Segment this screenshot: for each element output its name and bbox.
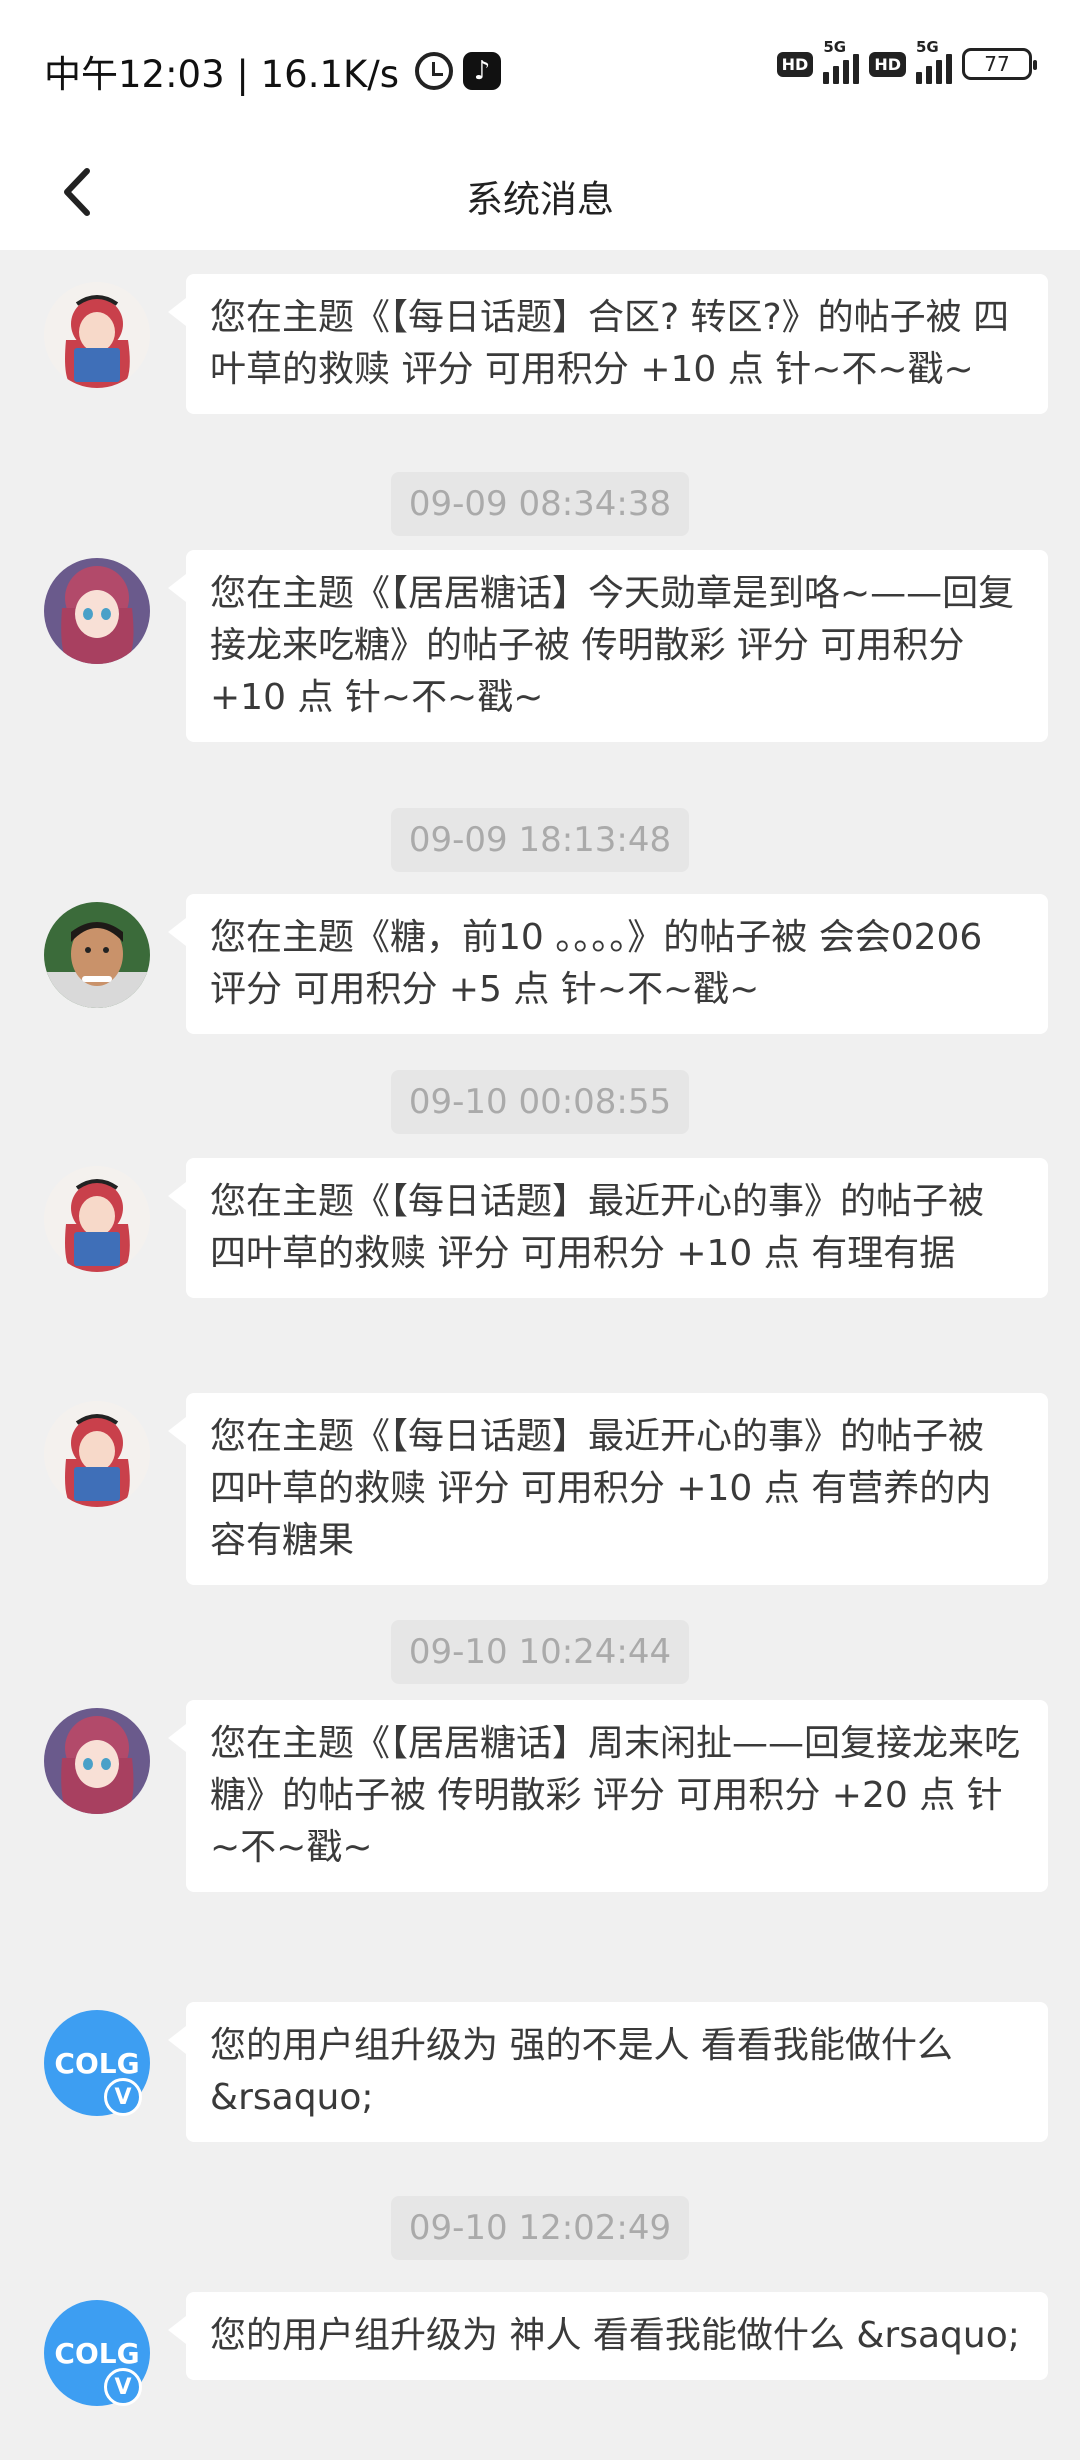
message-text: 您在主题《【每日话题】合区? 转区?》的帖子被 四叶草的救赎 评分 可用积分 +…	[210, 297, 1010, 390]
hd-icon: HD	[869, 51, 906, 77]
avatar[interactable]	[44, 902, 150, 1008]
timestamp: 09-09 08:34:38	[0, 472, 1080, 536]
colg-logo: COLG	[54, 2046, 140, 2080]
timestamp-label: 09-10 12:02:49	[390, 2196, 690, 2260]
message-list[interactable]: 您在主题《【每日话题】合区? 转区?》的帖子被 四叶草的救赎 评分 可用积分 +…	[0, 250, 1080, 2460]
message-bubble[interactable]: 您在主题《【居居糖话】今天勋章是到咯~——回复接龙来吃糖》的帖子被 传明散彩 评…	[168, 550, 1048, 742]
status-bar: 中午12:03 | 16.1K/s ♪ HD 5G HD 5G 77	[0, 0, 1080, 135]
page-title: 系统消息	[466, 178, 614, 221]
timestamp: 09-10 00:08:55	[0, 1070, 1080, 1134]
message-text: 您的用户组升级为 神人 看看我能做什么 &rsaquo;	[210, 2315, 1020, 2356]
avatar[interactable]	[44, 282, 150, 388]
avatar[interactable]	[44, 558, 150, 664]
signal-icon: 5G	[916, 38, 952, 84]
message-text: 您在主题《【居居糖话】周末闲扯——回复接龙来吃糖》的帖子被 传明散彩 评分 可用…	[210, 1723, 1021, 1868]
avatar[interactable]	[44, 1401, 150, 1507]
timestamp: 09-09 18:13:48	[0, 808, 1080, 872]
colg-logo: COLG	[54, 2336, 140, 2370]
avatar[interactable]	[44, 1708, 150, 1814]
timestamp: 09-10 12:02:49	[0, 2196, 1080, 2260]
network-type-label: 5G	[916, 38, 939, 56]
message-bubble[interactable]: 您在主题《【每日话题】合区? 转区?》的帖子被 四叶草的救赎 评分 可用积分 +…	[168, 274, 1048, 414]
message-bubble[interactable]: 您在主题《【每日话题】最近开心的事》的帖子被 四叶草的救赎 评分 可用积分 +1…	[168, 1393, 1048, 1585]
message-bubble[interactable]: 您在主题《糖，前10 。。。。》的帖子被 会会0206 评分 可用积分 +5 点…	[168, 894, 1048, 1034]
hd-icon: HD	[776, 51, 814, 77]
status-right: HD 5G HD 5G 77	[776, 38, 1037, 84]
timestamp-label: 09-09 18:13:48	[390, 808, 690, 872]
message-text: 您在主题《糖，前10 。。。。》的帖子被 会会0206 评分 可用积分 +5 点…	[210, 917, 983, 1010]
message-bubble[interactable]: 您在主题《【居居糖话】周末闲扯——回复接龙来吃糖》的帖子被 传明散彩 评分 可用…	[168, 1700, 1048, 1892]
status-time-speed: 中午12:03 | 16.1K/s	[44, 53, 400, 96]
message-bubble[interactable]: 您的用户组升级为 神人 看看我能做什么 &rsaquo;	[168, 2292, 1048, 2380]
message-bubble[interactable]: 您的用户组升级为 强的不是人 看看我能做什么 &rsaquo;	[168, 2002, 1048, 2142]
timestamp: 09-10 10:24:44	[0, 1620, 1080, 1684]
signal-icon: 5G	[823, 38, 860, 84]
verified-badge-icon: V	[104, 2368, 142, 2406]
nav-bar: 系统消息	[0, 135, 1080, 250]
alarm-icon	[415, 52, 454, 90]
message-text: 您在主题《【每日话题】最近开心的事》的帖子被 四叶草的救赎 评分 可用积分 +1…	[210, 1416, 992, 1561]
avatar[interactable]	[44, 1166, 150, 1272]
timestamp-label: 09-09 08:34:38	[390, 472, 690, 536]
timestamp-label: 09-10 10:24:44	[390, 1620, 690, 1684]
battery-icon: 77	[962, 48, 1037, 80]
message-text: 您在主题《【每日话题】最近开心的事》的帖子被 四叶草的救赎 评分 可用积分 +1…	[210, 1181, 985, 1274]
timestamp-label: 09-10 00:08:55	[390, 1070, 690, 1134]
message-text: 您在主题《【居居糖话】今天勋章是到咯~——回复接龙来吃糖》的帖子被 传明散彩 评…	[210, 573, 1015, 718]
message-bubble[interactable]: 您在主题《【每日话题】最近开心的事》的帖子被 四叶草的救赎 评分 可用积分 +1…	[168, 1158, 1048, 1298]
status-left: 中午12:03 | 16.1K/s ♪	[44, 44, 502, 98]
message-text: 您的用户组升级为 强的不是人 看看我能做什么 &rsaquo;	[210, 2025, 953, 2118]
tiktok-icon: ♪	[463, 52, 502, 90]
verified-badge-icon: V	[104, 2078, 142, 2116]
network-type-label: 5G	[823, 38, 847, 56]
